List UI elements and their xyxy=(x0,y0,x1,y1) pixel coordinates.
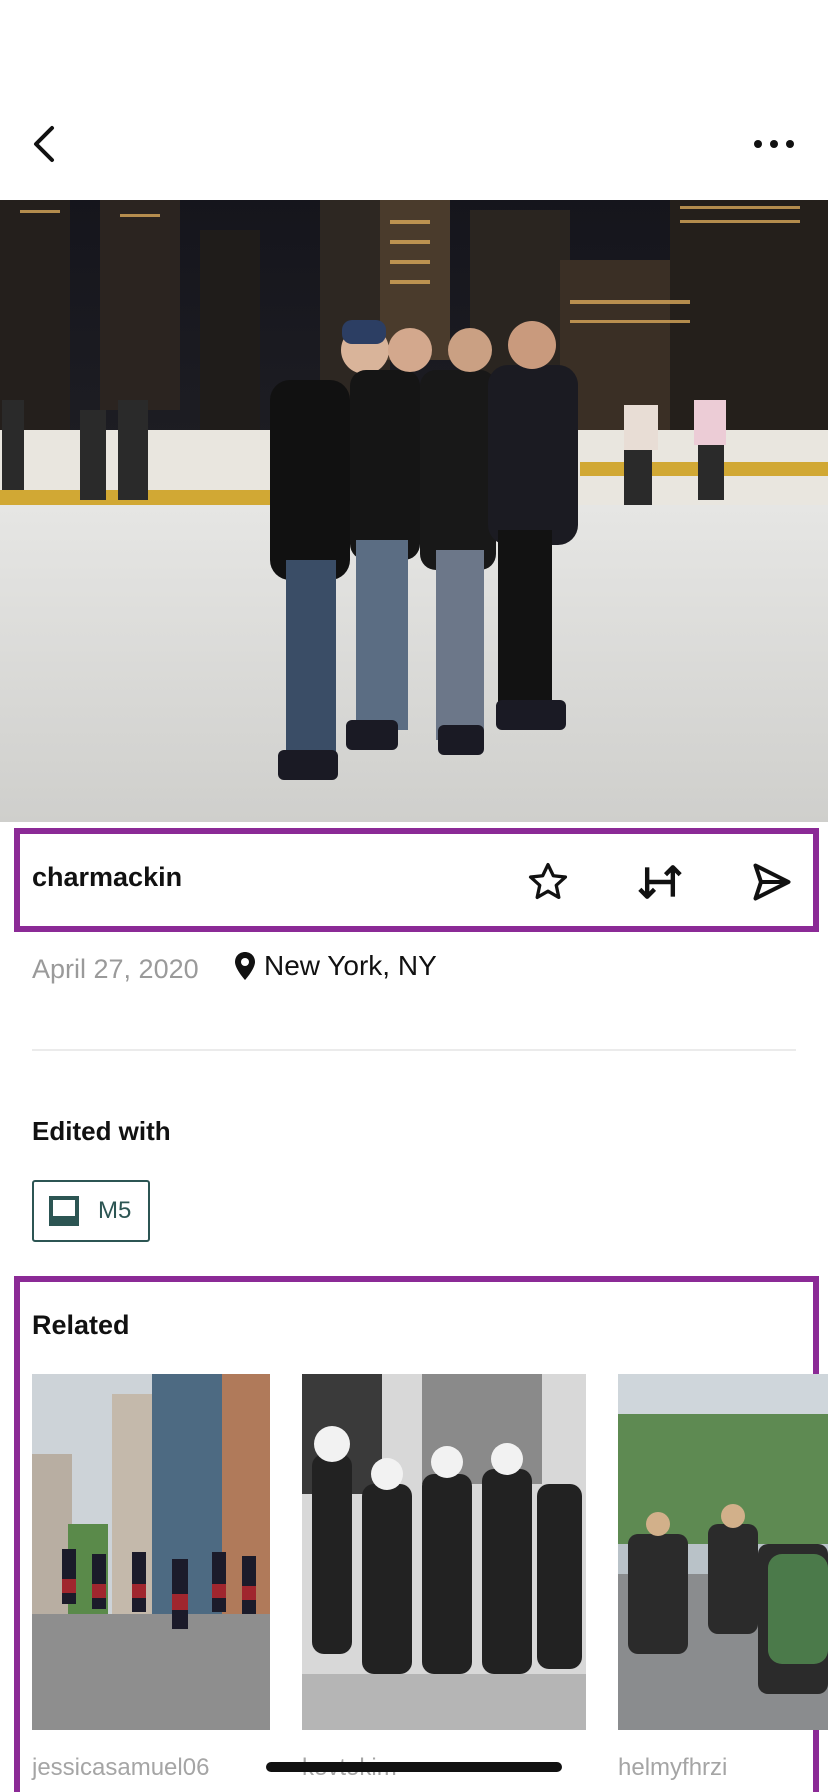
swap-arrows-icon xyxy=(638,865,682,899)
author-username[interactable]: charmackin xyxy=(32,862,182,893)
preset-chip-m5[interactable]: M5 xyxy=(32,1180,150,1242)
location-pin-icon xyxy=(235,952,255,980)
related-username-3[interactable]: helmyfhrzi xyxy=(618,1754,727,1782)
preset-label: M5 xyxy=(98,1197,132,1224)
photo-illustration xyxy=(0,200,828,822)
edited-with-heading: Edited with xyxy=(32,1116,171,1146)
location-label: New York, NY xyxy=(264,950,437,981)
remix-button[interactable] xyxy=(634,856,686,908)
thumbnail-image xyxy=(618,1374,828,1730)
related-username-1[interactable]: jessicasamuel06 xyxy=(32,1754,209,1782)
preset-icon xyxy=(49,1196,79,1226)
home-indicator[interactable] xyxy=(266,1762,562,1772)
related-heading: Related xyxy=(32,1310,130,1340)
chevron-left-icon xyxy=(34,126,54,162)
section-divider xyxy=(32,1049,796,1051)
more-options-button[interactable] xyxy=(744,126,804,162)
ellipsis-icon xyxy=(754,140,762,148)
thumbnail-image xyxy=(32,1374,270,1730)
main-photo[interactable] xyxy=(0,200,828,822)
back-button[interactable] xyxy=(24,118,64,170)
top-bar xyxy=(0,0,828,200)
related-thumbnail-2[interactable] xyxy=(302,1374,586,1730)
photo-date: April 27, 2020 xyxy=(32,954,199,984)
related-thumbnail-1[interactable] xyxy=(32,1374,270,1730)
send-icon xyxy=(753,863,791,901)
related-thumbnail-3[interactable] xyxy=(618,1374,828,1730)
star-icon xyxy=(528,862,568,900)
favorite-button[interactable] xyxy=(522,856,574,908)
share-button[interactable] xyxy=(746,856,798,908)
thumbnail-image xyxy=(302,1374,586,1730)
photo-location[interactable]: New York, NY xyxy=(234,950,437,982)
